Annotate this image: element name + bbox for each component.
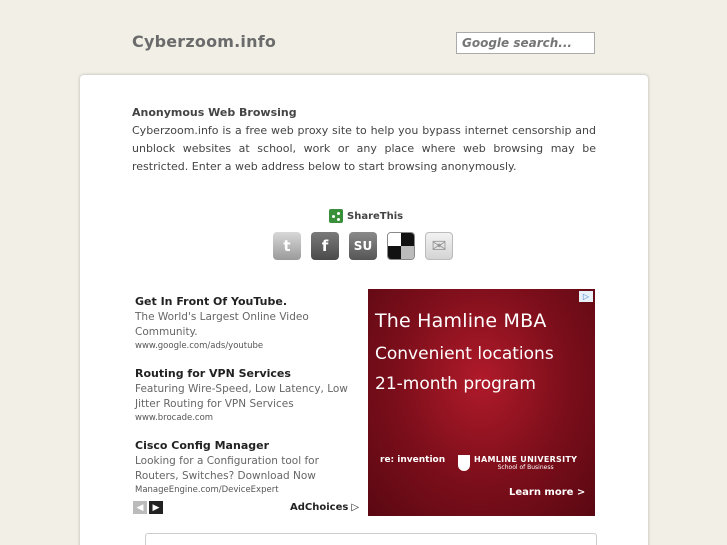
banner-title: The Hamline MBA <box>375 310 547 332</box>
ad-description: Featuring Wire-Speed, Low Latency, Low J… <box>135 383 348 410</box>
learn-more-link[interactable]: Learn more > <box>509 487 585 498</box>
ad-item[interactable]: Routing for VPN Services Featuring Wire-… <box>135 365 357 425</box>
share-icon <box>329 209 343 223</box>
adchoices-link[interactable]: AdChoices ▷ <box>290 502 359 513</box>
hamline-mba-banner-ad[interactable]: ▷ The Hamline MBA Convenient locations 2… <box>368 289 595 516</box>
ad-next-button[interactable]: ▶ <box>149 501 163 514</box>
google-search-input[interactable] <box>456 32 595 54</box>
sharethis-button[interactable]: ShareThis <box>329 209 403 223</box>
ad-url[interactable]: ManageEngine.com/DeviceExpert <box>135 484 357 497</box>
text-ads: Get In Front Of YouTube. The World's Lar… <box>135 293 357 509</box>
ad-info-icon[interactable]: ▷ <box>579 291 593 302</box>
ad-description: The World's Largest Online Video Communi… <box>135 311 309 338</box>
share-icons: t f SU ✉ <box>273 232 453 260</box>
ad-title[interactable]: Cisco Config Manager <box>135 437 357 454</box>
ad-navigation: ◀ ▶ <box>133 501 163 514</box>
intro-text: Cyberzoom.info is a free web proxy site … <box>132 124 596 173</box>
intro-heading: Anonymous Web Browsing <box>132 106 297 119</box>
stumbleupon-icon[interactable]: SU <box>349 232 377 260</box>
email-icon[interactable]: ✉ <box>425 232 453 260</box>
twitter-icon[interactable]: t <box>273 232 301 260</box>
shield-icon <box>458 455 470 471</box>
banner-school: School of Business <box>497 464 554 471</box>
ad-item[interactable]: Get In Front Of YouTube. The World's Lar… <box>135 293 357 353</box>
adchoices-label: AdChoices <box>290 502 349 513</box>
ad-description: Looking for a Configuration tool for Rou… <box>135 455 319 482</box>
ad-item[interactable]: Cisco Config Manager Looking for a Confi… <box>135 437 357 497</box>
ad-title[interactable]: Routing for VPN Services <box>135 365 357 382</box>
url-input-box[interactable] <box>145 533 597 545</box>
banner-line-1: Convenient locations <box>375 344 554 364</box>
ad-title[interactable]: Get In Front Of YouTube. <box>135 293 357 310</box>
facebook-icon[interactable]: f <box>311 232 339 260</box>
ad-url[interactable]: www.brocade.com <box>135 412 357 425</box>
banner-university: HAMLINE UNIVERSITY <box>474 455 578 464</box>
site-title[interactable]: Cyberzoom.info <box>132 32 276 51</box>
sharethis-label: ShareThis <box>347 210 404 222</box>
ad-prev-button[interactable]: ◀ <box>133 501 147 514</box>
ad-url[interactable]: www.google.com/ads/youtube <box>135 340 357 353</box>
banner-tagline: re: invention <box>380 455 446 465</box>
banner-line-2: 21-month program <box>375 374 536 394</box>
delicious-icon[interactable] <box>387 232 415 260</box>
content-panel: Anonymous Web Browsing Cyberzoom.info is… <box>80 75 648 545</box>
adchoices-icon: ▷ <box>351 502 360 513</box>
hamline-logo: HAMLINE UNIVERSITY School of Business <box>458 455 577 471</box>
